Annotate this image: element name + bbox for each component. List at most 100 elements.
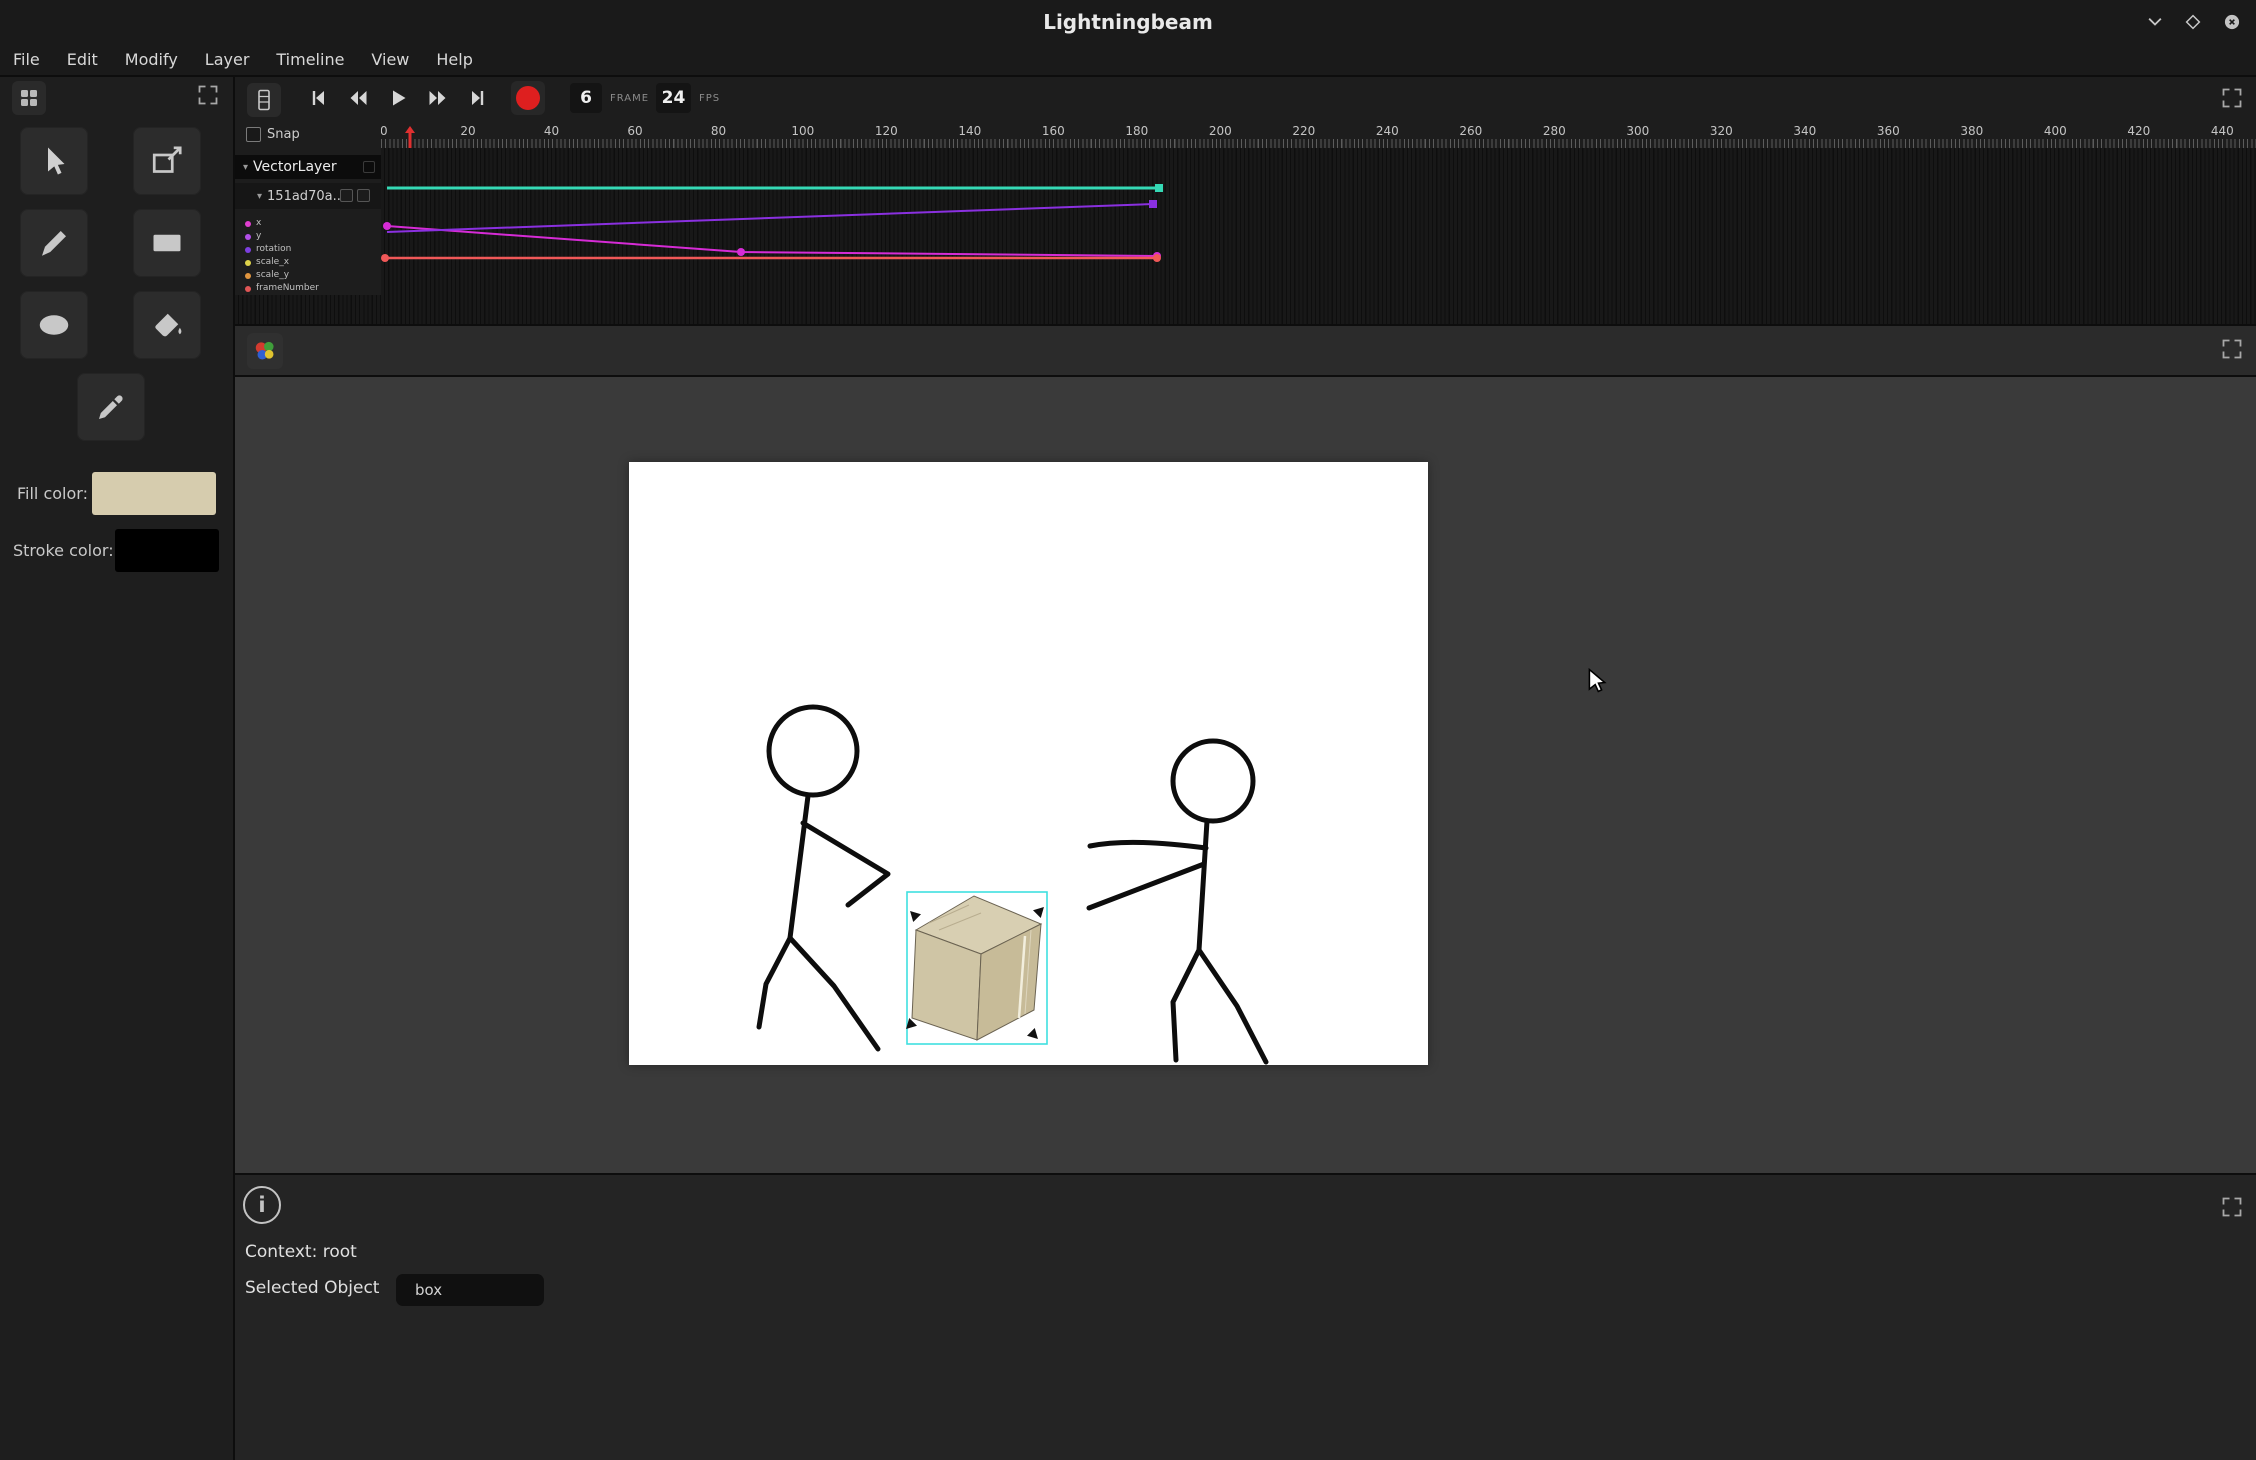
skip-start-button[interactable] (302, 82, 334, 114)
select-tool-button[interactable] (20, 127, 88, 195)
menu-modify[interactable]: Modify (125, 50, 178, 69)
keyframe-marker[interactable] (1153, 254, 1161, 262)
fill-color-swatch[interactable] (92, 472, 216, 515)
timeline-expand-button[interactable] (2220, 86, 2244, 114)
property-rows: xy rotation scale_x scale_y frameNumber (235, 217, 381, 295)
menu-edit[interactable]: Edit (67, 50, 98, 69)
layer-lock-toggle[interactable] (357, 189, 370, 202)
keyframe-marker[interactable] (737, 248, 745, 256)
menu-file[interactable]: File (13, 50, 40, 69)
property-label: x (256, 219, 261, 228)
skip-end-icon (466, 86, 490, 110)
play-icon (386, 86, 410, 110)
stroke-color-swatch[interactable] (115, 529, 219, 572)
selected-object-value[interactable]: box (396, 1274, 544, 1306)
ruler-label: 120 (875, 124, 898, 138)
ruler-label: 20 (460, 124, 475, 138)
layer-visibility-toggle[interactable] (340, 189, 353, 202)
keyframe-marker[interactable] (381, 254, 389, 262)
property-label: rotation (256, 245, 291, 254)
snap-control[interactable]: Snap (246, 127, 300, 142)
maximize-button[interactable] (2181, 10, 2205, 34)
close-button[interactable] (2220, 10, 2244, 34)
pencil-icon (36, 225, 72, 261)
menu-view[interactable]: View (371, 50, 409, 69)
ruler-label: 180 (1125, 124, 1148, 138)
pencil-tool-button[interactable] (20, 209, 88, 277)
stage[interactable] (629, 462, 1428, 1065)
play-button[interactable] (382, 82, 414, 114)
scene-tab-button[interactable] (247, 333, 283, 369)
menu-layer[interactable]: Layer (205, 50, 250, 69)
layer-row-sublayer[interactable]: ▾ 151ad70a... (235, 183, 381, 209)
property-label: scale_y (256, 271, 289, 280)
fast-forward-icon (426, 86, 450, 110)
property-row-scale_x[interactable]: scale_x (235, 256, 381, 269)
ruler-label: 380 (1960, 124, 1983, 138)
property-row-y[interactable]: y (235, 230, 381, 243)
ruler-label: 340 (1793, 124, 1816, 138)
rewind-button[interactable] (342, 82, 374, 114)
box-object[interactable] (912, 896, 1041, 1040)
ellipse-tool-button[interactable] (20, 291, 88, 359)
timeline-tracks-left[interactable] (235, 295, 381, 324)
layer-row-vectorlayer[interactable]: ▾ VectorLayer (235, 155, 381, 179)
property-row-x[interactable]: x (235, 217, 381, 230)
minimize-button[interactable] (2143, 10, 2167, 34)
diamond-icon (2184, 13, 2202, 31)
cursor-arrow-icon (36, 143, 72, 179)
tool-panel-expand-button[interactable] (196, 83, 220, 111)
info-button[interactable]: i (243, 1186, 281, 1224)
menu-help[interactable]: Help (436, 50, 472, 69)
caret-down-icon[interactable]: ▾ (243, 162, 248, 173)
eyedropper-tool-button[interactable] (77, 373, 145, 441)
panel-grid-button[interactable] (12, 81, 46, 115)
canvas-area[interactable] (235, 377, 2256, 1173)
lightningbeam-logo-icon (252, 338, 278, 364)
keyframe-dot-icon (245, 260, 251, 266)
ruler-label: 320 (1710, 124, 1733, 138)
keyframe-marker[interactable] (383, 222, 391, 230)
paint-bucket-tool-button[interactable] (133, 291, 201, 359)
frame-number-box[interactable]: 6 (570, 83, 602, 113)
caret-down-icon[interactable]: ▾ (257, 191, 262, 202)
playhead[interactable] (404, 125, 416, 149)
stick-figure-left[interactable] (759, 707, 888, 1049)
stick-figure-right[interactable] (1089, 741, 1266, 1062)
film-button[interactable] (247, 83, 281, 117)
ruler-label: 100 (791, 124, 814, 138)
timeline-curves[interactable] (381, 148, 2256, 324)
expand-icon (2220, 86, 2244, 110)
ruler-label: 300 (1626, 124, 1649, 138)
info-icon: i (258, 1193, 265, 1217)
info-panel-expand-button[interactable] (2220, 1195, 2244, 1223)
keyframe-marker[interactable] (1149, 200, 1157, 208)
chevron-down-icon (2145, 12, 2165, 32)
canvas-expand-button[interactable] (2220, 337, 2244, 365)
property-label: scale_x (256, 258, 289, 267)
stage-drawing[interactable] (629, 462, 1428, 1065)
rectangle-icon (149, 225, 185, 261)
snap-checkbox[interactable] (246, 127, 261, 142)
rectangle-tool-button[interactable] (133, 209, 201, 277)
fps-number-box[interactable]: 24 (656, 83, 691, 113)
ruler-label: 40 (544, 124, 559, 138)
ruler-label: 440 (2211, 124, 2234, 138)
property-row-frameNumber[interactable]: frameNumber (235, 282, 381, 295)
ruler-ticks[interactable] (381, 139, 2256, 148)
curve-rotation-curve[interactable] (387, 204, 1153, 232)
fast-forward-button[interactable] (422, 82, 454, 114)
skip-end-button[interactable] (462, 82, 494, 114)
layer-options-icon[interactable] (363, 161, 375, 173)
ruler-label: 280 (1543, 124, 1566, 138)
record-button[interactable] (511, 81, 545, 115)
film-strip-icon (252, 88, 276, 112)
keyframe-marker[interactable] (1155, 184, 1163, 192)
curve-x-curve[interactable] (387, 226, 1157, 256)
ruler-label: 240 (1376, 124, 1399, 138)
property-row-scale_y[interactable]: scale_y (235, 269, 381, 282)
transform-tool-button[interactable] (133, 127, 201, 195)
mouse-cursor (1587, 668, 1609, 693)
property-row-rotation[interactable]: rotation (235, 243, 381, 256)
menu-timeline[interactable]: Timeline (276, 50, 344, 69)
